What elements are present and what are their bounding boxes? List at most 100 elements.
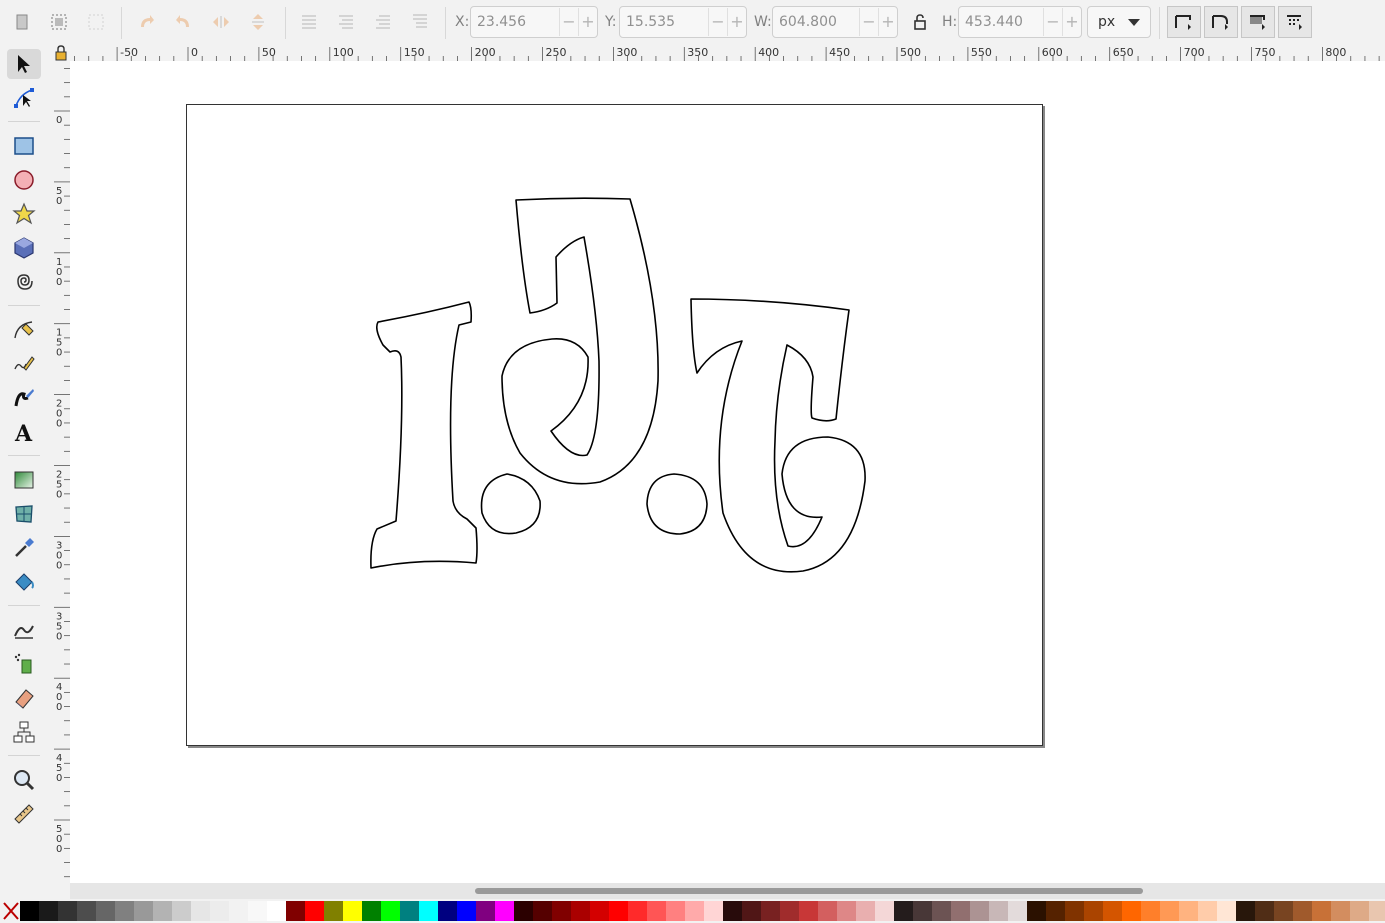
palette-swatch[interactable] bbox=[1217, 901, 1236, 921]
palette-swatch[interactable] bbox=[1122, 901, 1141, 921]
h-field[interactable]: 453.440 − + bbox=[958, 6, 1082, 38]
rotate-cw-icon[interactable] bbox=[171, 8, 197, 36]
dropper-icon[interactable] bbox=[7, 533, 41, 563]
palette-swatch[interactable] bbox=[96, 901, 115, 921]
palette-swatch[interactable] bbox=[1255, 901, 1274, 921]
palette-swatch[interactable] bbox=[742, 901, 761, 921]
palette-swatch[interactable] bbox=[1084, 901, 1103, 921]
palette-swatch[interactable] bbox=[58, 901, 77, 921]
palette-swatch[interactable] bbox=[495, 901, 514, 921]
palette-swatch[interactable] bbox=[343, 901, 362, 921]
palette-swatch[interactable] bbox=[1369, 901, 1385, 921]
select-all-in-layers-icon[interactable] bbox=[46, 8, 72, 36]
palette-swatch[interactable] bbox=[1160, 901, 1179, 921]
palette-swatch[interactable] bbox=[761, 901, 780, 921]
palette-swatch[interactable] bbox=[1331, 901, 1350, 921]
y-decrement[interactable]: − bbox=[708, 8, 727, 36]
palette-swatch[interactable] bbox=[248, 901, 267, 921]
gradient-icon[interactable] bbox=[7, 465, 41, 495]
w-increment[interactable]: + bbox=[878, 8, 897, 36]
lower-to-bottom-icon[interactable] bbox=[296, 8, 322, 36]
star-icon[interactable] bbox=[7, 199, 41, 229]
palette-swatch[interactable] bbox=[457, 901, 476, 921]
palette-swatch[interactable] bbox=[153, 901, 172, 921]
paint-bucket-icon[interactable] bbox=[7, 567, 41, 597]
x-field[interactable]: 23.456 − + bbox=[470, 6, 598, 38]
ellipse-icon[interactable] bbox=[7, 165, 41, 195]
palette-swatch[interactable] bbox=[1350, 901, 1369, 921]
palette-swatch[interactable] bbox=[723, 901, 742, 921]
connector-icon[interactable] bbox=[7, 717, 41, 747]
raise-icon[interactable] bbox=[370, 8, 396, 36]
lock-guides-icon[interactable] bbox=[52, 45, 70, 61]
palette-swatch[interactable] bbox=[1065, 901, 1084, 921]
palette-swatch[interactable] bbox=[286, 901, 305, 921]
pencil-icon[interactable] bbox=[7, 349, 41, 379]
palette-swatch[interactable] bbox=[875, 901, 894, 921]
palette-swatch[interactable] bbox=[818, 901, 837, 921]
scrollbar-thumb[interactable] bbox=[475, 888, 1143, 894]
palette-swatch[interactable] bbox=[1179, 901, 1198, 921]
palette-swatch[interactable] bbox=[1236, 901, 1255, 921]
palette-swatch[interactable] bbox=[590, 901, 609, 921]
zoom-icon[interactable] bbox=[7, 765, 41, 795]
mesh-icon[interactable] bbox=[7, 499, 41, 529]
palette-swatch[interactable] bbox=[1198, 901, 1217, 921]
palette-swatch[interactable] bbox=[780, 901, 799, 921]
palette-swatch[interactable] bbox=[799, 901, 818, 921]
palette-swatch[interactable] bbox=[419, 901, 438, 921]
bezier-pen-icon[interactable] bbox=[7, 315, 41, 345]
palette-swatch[interactable] bbox=[647, 901, 666, 921]
scale-corners-toggle[interactable] bbox=[1204, 6, 1238, 38]
x-decrement[interactable]: − bbox=[559, 8, 578, 36]
palette-swatch[interactable] bbox=[362, 901, 381, 921]
palette-swatch[interactable] bbox=[438, 901, 457, 921]
palette-swatch[interactable] bbox=[571, 901, 590, 921]
palette-swatch[interactable] bbox=[533, 901, 552, 921]
tweak-icon[interactable] bbox=[7, 615, 41, 645]
drawing-canvas[interactable] bbox=[70, 61, 1385, 883]
raise-to-top-icon[interactable] bbox=[407, 8, 433, 36]
lower-icon[interactable] bbox=[333, 8, 359, 36]
palette-swatch[interactable] bbox=[685, 901, 704, 921]
palette-swatch[interactable] bbox=[704, 901, 723, 921]
flip-vertical-icon[interactable] bbox=[245, 8, 271, 36]
palette-swatch[interactable] bbox=[837, 901, 856, 921]
palette-swatch[interactable] bbox=[476, 901, 495, 921]
palette-swatch[interactable] bbox=[77, 901, 96, 921]
palette-swatch[interactable] bbox=[1046, 901, 1065, 921]
palette-swatch[interactable] bbox=[970, 901, 989, 921]
vertical-ruler[interactable]: 050100150200250300350400450500 bbox=[52, 61, 71, 885]
y-increment[interactable]: + bbox=[727, 8, 746, 36]
palette-swatch[interactable] bbox=[609, 901, 628, 921]
palette-swatch[interactable] bbox=[894, 901, 913, 921]
palette-swatch[interactable] bbox=[1141, 901, 1160, 921]
palette-swatch[interactable] bbox=[666, 901, 685, 921]
x-increment[interactable]: + bbox=[578, 8, 597, 36]
palette-swatch[interactable] bbox=[552, 901, 571, 921]
deselect-icon[interactable] bbox=[83, 8, 109, 36]
box3d-icon[interactable] bbox=[7, 233, 41, 263]
palette-swatch[interactable] bbox=[913, 901, 932, 921]
palette-swatch[interactable] bbox=[1274, 901, 1293, 921]
flip-horizontal-icon[interactable] bbox=[208, 8, 234, 36]
eraser-icon[interactable] bbox=[7, 683, 41, 713]
h-increment[interactable]: + bbox=[1062, 8, 1081, 36]
move-gradients-toggle[interactable] bbox=[1241, 6, 1275, 38]
palette-swatch[interactable] bbox=[381, 901, 400, 921]
palette-swatch[interactable] bbox=[134, 901, 153, 921]
calligraphy-icon[interactable] bbox=[7, 383, 41, 413]
lock-proportions-icon[interactable] bbox=[907, 8, 933, 36]
select-all-icon[interactable] bbox=[9, 8, 35, 36]
unit-select[interactable]: px bbox=[1087, 6, 1151, 38]
move-patterns-toggle[interactable] bbox=[1278, 6, 1312, 38]
palette-swatch[interactable] bbox=[115, 901, 134, 921]
h-decrement[interactable]: − bbox=[1043, 8, 1062, 36]
palette-swatch[interactable] bbox=[305, 901, 324, 921]
horizontal-scrollbar[interactable] bbox=[70, 883, 1385, 899]
y-field[interactable]: 15.535 − + bbox=[619, 6, 747, 38]
no-paint-icon[interactable] bbox=[2, 901, 20, 921]
palette-swatch[interactable] bbox=[20, 901, 39, 921]
palette-swatch[interactable] bbox=[1008, 901, 1027, 921]
horizontal-ruler[interactable]: -50 0 50 100 150 200 250 300 350 400 450 500 550 600 6… bbox=[70, 45, 1385, 62]
